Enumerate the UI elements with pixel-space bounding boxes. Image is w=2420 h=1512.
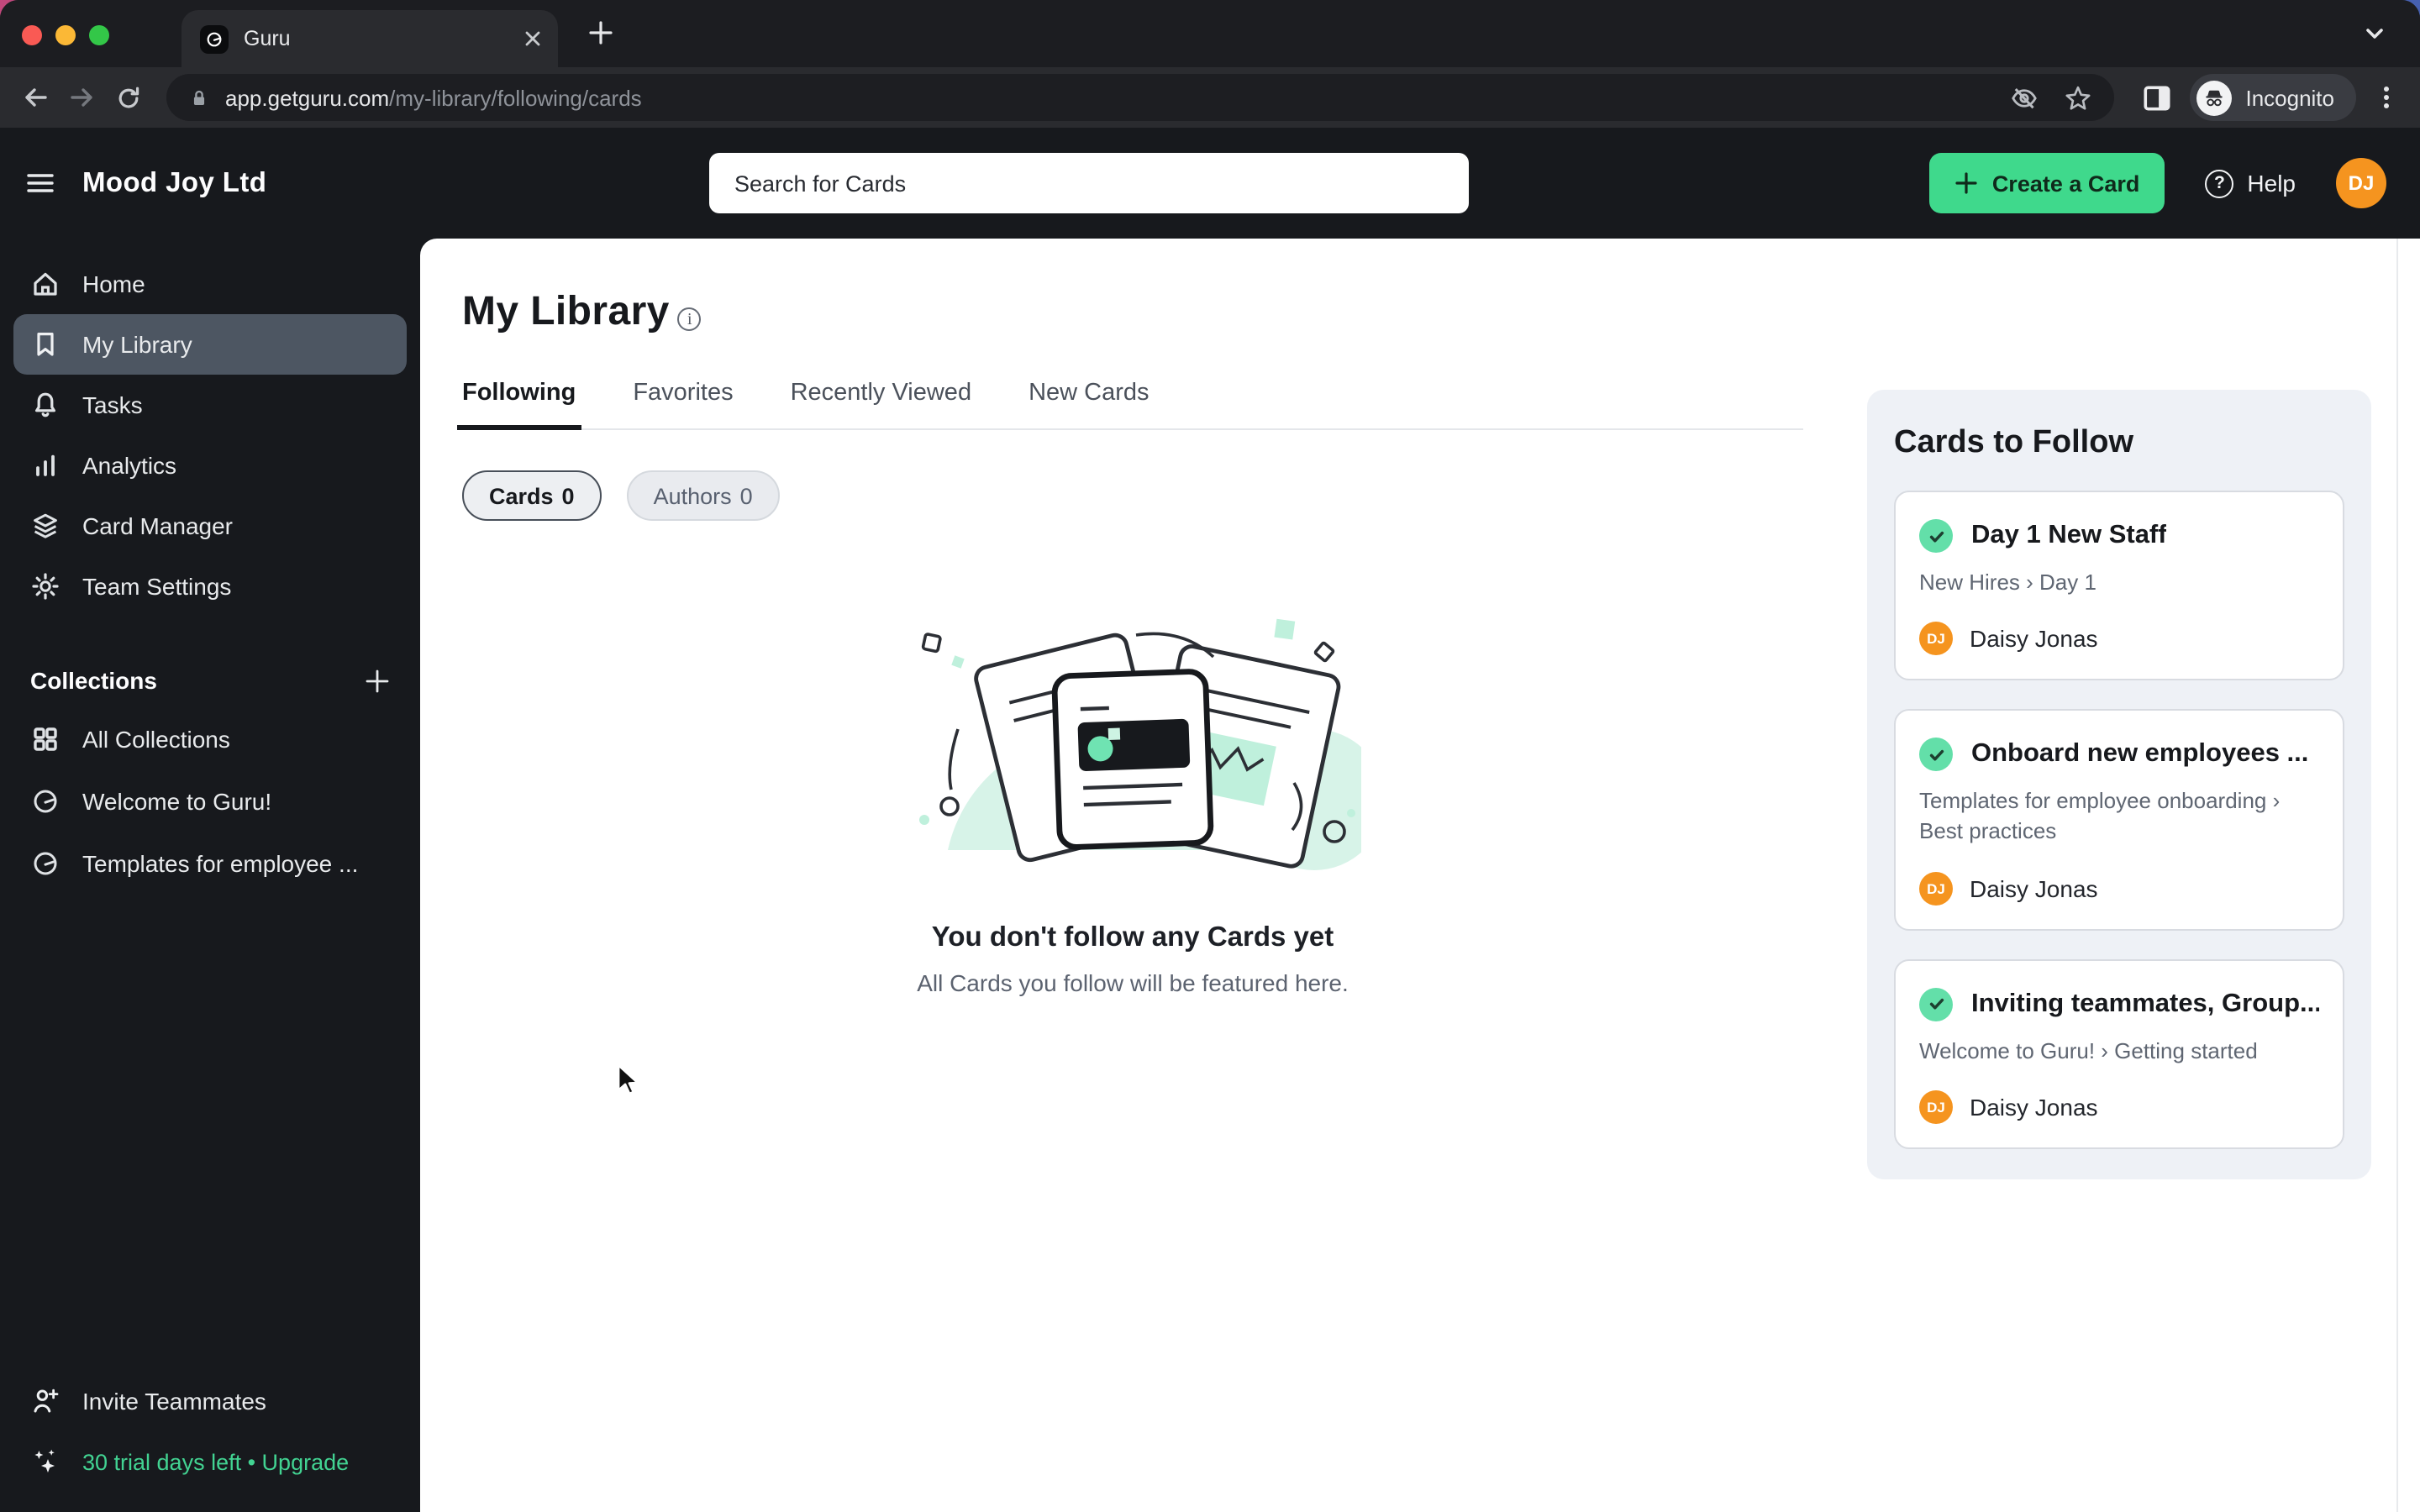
card-title: Onboard new employees ... (1971, 739, 2309, 769)
user-avatar[interactable]: DJ (2336, 158, 2386, 208)
screen: Guru app.getguru.com/my-library/followin… (0, 0, 2420, 1512)
main-content: My Library i Following Favorites Recentl… (420, 239, 2420, 1512)
window-controls (22, 25, 109, 45)
collections-title: Collections (30, 667, 157, 694)
sidebar-item-team-settings[interactable]: Team Settings (13, 556, 407, 617)
author-name: Daisy Jonas (1970, 1093, 2098, 1121)
card-title: Inviting teammates, Group... (1971, 989, 2319, 1018)
info-icon[interactable]: i (677, 307, 702, 331)
url-text: app.getguru.com/my-library/following/car… (225, 85, 642, 110)
gear-icon (32, 573, 59, 600)
empty-state-title: You don't follow any Cards yet (931, 922, 1334, 953)
lock-icon (193, 89, 205, 104)
org-name[interactable]: Mood Joy Ltd (82, 167, 266, 199)
sidebar-item-analytics[interactable]: Analytics (13, 435, 407, 496)
zoom-window-button[interactable] (89, 25, 109, 45)
grid-icon (34, 727, 57, 750)
bookmark-star-icon[interactable] (2064, 83, 2092, 112)
library-tabs: Following Favorites Recently Viewed New … (457, 380, 1803, 430)
cards-to-follow-panel: Cards to Follow Day 1 New Staff New Hire… (1867, 390, 2371, 1179)
new-tab-button[interactable] (588, 20, 613, 45)
create-card-button[interactable]: Create a Card (1929, 153, 2165, 213)
follow-card[interactable]: Day 1 New Staff New Hires › Day 1 DJ Dai… (1894, 491, 2344, 681)
page-title: My Library (462, 289, 670, 334)
sidebar-item-my-library[interactable]: My Library (13, 314, 407, 375)
empty-state: You don't follow any Cards yet All Cards… (462, 612, 1803, 996)
browser-tab[interactable]: Guru (182, 10, 558, 67)
bar-chart-icon (36, 454, 55, 476)
tab-recently-viewed[interactable]: Recently Viewed (791, 380, 972, 428)
card-breadcrumb: Templates for employee onboarding › Best… (1919, 788, 2281, 844)
sidebar-item-card-manager[interactable]: Card Manager (13, 496, 407, 556)
invite-teammates-button[interactable]: Invite Teammates (13, 1371, 407, 1431)
tab-new-cards[interactable]: New Cards (1028, 380, 1149, 428)
author-name: Daisy Jonas (1970, 625, 2098, 653)
reload-button[interactable] (114, 83, 143, 112)
filter-authors-pill[interactable]: Authors 0 (626, 470, 780, 521)
hamburger-menu-icon[interactable] (24, 166, 57, 200)
bell-icon (35, 392, 55, 417)
filter-cards-pill[interactable]: Cards 0 (462, 470, 602, 521)
author-avatar: DJ (1919, 1089, 1953, 1124)
author-name: Daisy Jonas (1970, 874, 2098, 902)
trial-label: 30 trial days left • Upgrade (82, 1449, 350, 1474)
close-tab-icon[interactable] (524, 30, 541, 47)
empty-cards-illustration (919, 618, 1385, 870)
scrollbar-track[interactable] (2396, 239, 2398, 1512)
sparkles-icon (34, 1449, 55, 1473)
tab-favorites[interactable]: Favorites (633, 380, 733, 428)
sidebar-item-templates-collection[interactable]: Templates for employee ... (13, 832, 407, 894)
sidebar-item-all-collections[interactable]: All Collections (13, 707, 407, 769)
add-collection-button[interactable] (365, 668, 390, 693)
question-icon: ? (2205, 169, 2234, 197)
panel-title: Cards to Follow (1894, 425, 2133, 460)
incognito-badge: Incognito (2190, 74, 2356, 121)
plus-icon (1956, 172, 1978, 194)
sidebar-item-tasks[interactable]: Tasks (13, 375, 407, 435)
browser-window: Guru app.getguru.com/my-library/followin… (0, 0, 2420, 1512)
app-header: Mood Joy Ltd Create a Card ? Help DJ (0, 128, 2420, 239)
forward-button[interactable] (67, 82, 97, 113)
close-window-button[interactable] (22, 25, 42, 45)
check-icon (1919, 738, 1953, 772)
address-bar[interactable]: app.getguru.com/my-library/following/car… (166, 74, 2115, 121)
follow-card[interactable]: Inviting teammates, Group... Welcome to … (1894, 958, 2344, 1149)
search-input[interactable] (709, 153, 1469, 213)
empty-state-subtitle: All Cards you follow will be featured he… (917, 969, 1349, 996)
minimize-window-button[interactable] (55, 25, 76, 45)
tab-title: Guru (244, 27, 291, 50)
collections-header: Collections (30, 667, 390, 694)
check-icon (1919, 987, 1953, 1021)
trial-upgrade-link[interactable]: 30 trial days left • Upgrade (13, 1431, 407, 1492)
eye-blocked-icon[interactable] (2010, 83, 2039, 112)
browser-tab-strip: Guru (0, 0, 2420, 67)
guru-favicon-icon (200, 24, 229, 53)
layers-icon (34, 513, 57, 538)
sidebar-item-welcome-to-guru[interactable]: Welcome to Guru! (13, 769, 407, 832)
browser-toolbar: app.getguru.com/my-library/following/car… (0, 67, 2420, 128)
guru-collection-icon (34, 851, 57, 874)
author-avatar: DJ (1919, 871, 1953, 906)
bookmark-icon (37, 333, 54, 356)
incognito-label: Incognito (2245, 85, 2334, 110)
check-icon (1919, 519, 1953, 553)
tab-search-chevron-icon[interactable] (2363, 22, 2386, 45)
sidebar: Home My Library Tasks Analytics Card Man… (0, 239, 420, 1512)
card-title: Day 1 New Staff (1971, 521, 2167, 549)
side-panel-icon[interactable] (2141, 81, 2173, 113)
author-avatar: DJ (1919, 622, 1953, 656)
back-button[interactable] (20, 82, 50, 113)
incognito-icon (2196, 80, 2233, 115)
card-breadcrumb: New Hires › Day 1 (1919, 570, 2096, 595)
tab-following[interactable]: Following (457, 380, 581, 430)
help-button[interactable]: ? Help (2205, 169, 2296, 197)
card-breadcrumb: Welcome to Guru! › Getting started (1919, 1037, 2258, 1063)
guru-collection-icon (34, 789, 57, 812)
browser-menu-icon[interactable] (2373, 84, 2400, 111)
follow-card[interactable]: Onboard new employees ... Templates for … (1894, 709, 2344, 931)
home-icon (34, 272, 57, 296)
sidebar-item-home[interactable]: Home (13, 254, 407, 314)
person-plus-icon (34, 1389, 59, 1413)
